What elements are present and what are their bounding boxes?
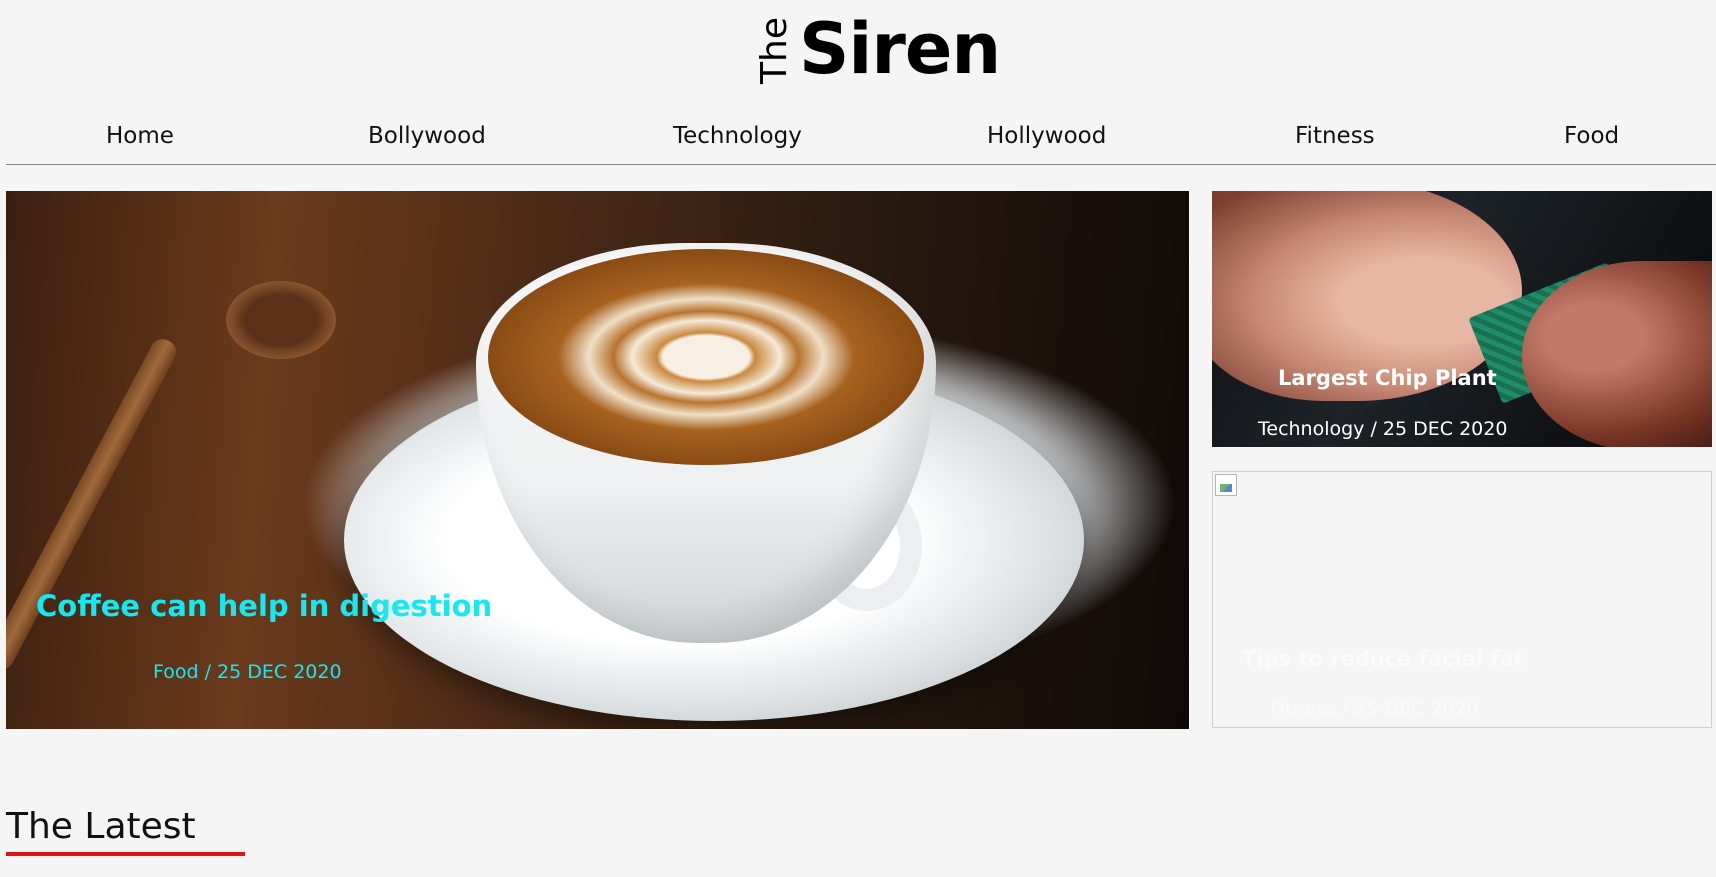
section-title-underline [6, 852, 245, 856]
featured-main-card[interactable]: Coffee can help in digestion Food / 25 D… [6, 191, 1189, 729]
logo-name: Siren [799, 8, 1001, 90]
nav-item-technology[interactable]: Technology [673, 123, 802, 149]
nav-item-hollywood[interactable]: Hollywood [987, 123, 1106, 149]
nav-item-fitness[interactable]: Fitness [1295, 123, 1375, 149]
featured-side-1-title[interactable]: Largest Chip Plant [1278, 366, 1497, 390]
featured-side-2-title[interactable]: Tips to reduce facial fat [1242, 647, 1524, 671]
featured-side-1-meta: Technology / 25 DEC 2020 [1258, 418, 1508, 440]
nav-item-home[interactable]: Home [106, 123, 174, 149]
spoon-image-part [226, 281, 336, 359]
broken-image-icon [1215, 474, 1237, 496]
featured-side-2-meta: Fitness / 25 DEC 2020 [1270, 698, 1479, 720]
nav-item-bollywood[interactable]: Bollywood [368, 123, 486, 149]
main-nav: Home Bollywood Technology Hollywood Fitn… [6, 120, 1716, 165]
site-logo[interactable]: The Siren [754, 8, 1001, 90]
section-title-latest: The Latest [6, 806, 196, 847]
featured-side-card-1[interactable]: Largest Chip Plant Technology / 25 DEC 2… [1212, 191, 1712, 447]
logo-prefix: The [754, 17, 795, 84]
featured-main-title[interactable]: Coffee can help in digestion [36, 589, 492, 623]
latte-art-image-part [488, 249, 924, 465]
page: The Siren Home Bollywood Technology Holl… [0, 0, 1716, 877]
featured-side-card-2[interactable]: Tips to reduce facial fat Fitness / 25 D… [1212, 471, 1712, 728]
nav-item-food[interactable]: Food [1564, 123, 1619, 149]
featured-main-meta: Food / 25 DEC 2020 [153, 661, 342, 683]
